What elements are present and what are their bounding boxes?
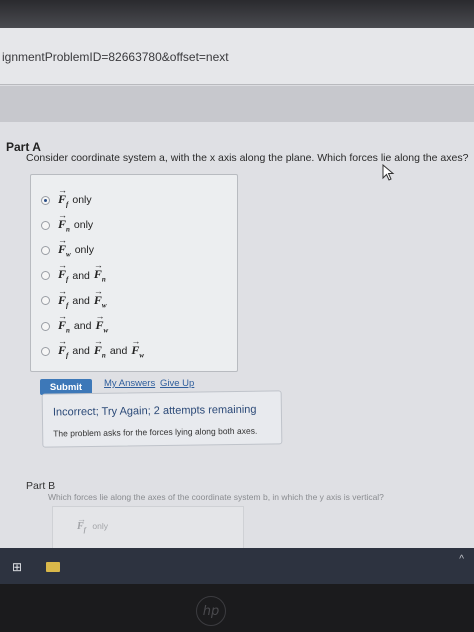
option-text: only (72, 194, 92, 206)
answer-option[interactable]: → Ff only (41, 184, 96, 209)
give-up-link[interactable]: Give Up (160, 378, 194, 389)
answer-option[interactable]: → Ff and → Fn (41, 260, 106, 285)
option-text: only (74, 244, 94, 257)
answer-option[interactable]: → Fn and → Fw (41, 310, 109, 335)
radio-button[interactable] (41, 346, 50, 356)
part-a-options: → Ff only → Fn only → Fw only → Ff and → Fn → Ff and → Fw →… (30, 174, 238, 372)
windows-icon[interactable]: ⊞ (12, 560, 26, 574)
window-top-bar (0, 0, 474, 28)
part-b-options: → Ff only (52, 506, 244, 548)
radio-button[interactable] (41, 220, 50, 230)
vector-symbol: → Fw (58, 235, 71, 259)
arrow-icon: → (95, 310, 105, 321)
vector-symbol: → Fw (93, 285, 107, 309)
vector-symbol: → Ff (58, 260, 69, 284)
vector-symbol: → Ff (77, 514, 87, 534)
answer-option[interactable]: → Ff and → Fn and → Fw (41, 335, 145, 360)
option-text: only (92, 521, 108, 531)
arrow-icon: → (131, 335, 141, 346)
assignment-content: Part A Consider coordinate system a, wit… (0, 122, 474, 548)
address-url: ignmentProblemID=82663780&offset=next (2, 50, 229, 64)
option-text: and (72, 294, 90, 307)
vector-symbol: → Fn (93, 335, 106, 360)
arrow-icon: → (58, 285, 67, 296)
arrow-icon: → (58, 310, 67, 321)
address-bar[interactable]: ignmentProblemID=82663780&offset=next (0, 28, 474, 85)
option-text: only (73, 219, 94, 232)
vector-symbol: → Ff (58, 285, 69, 309)
vector-symbol: → Fw (95, 310, 109, 335)
feedback-title: Incorrect; Try Again; 2 attempts remaini… (52, 403, 257, 419)
hp-logo: hp (196, 596, 226, 626)
vector-symbol: → Fw (131, 335, 145, 360)
taskbar: ⊞ ^ (0, 548, 474, 584)
option-text: and (72, 269, 90, 282)
part-b-option-1[interactable]: → Ff only (77, 514, 112, 534)
feedback-box: Incorrect; Try Again; 2 attempts remaini… (41, 390, 283, 448)
arrow-icon: → (58, 260, 67, 271)
arrow-icon: → (77, 514, 86, 524)
feedback-message: The problem asks for the forces lying al… (53, 425, 258, 439)
part-b-title: Part B (26, 480, 56, 492)
my-answers-link[interactable]: My Answers (104, 378, 155, 389)
radio-button-selected[interactable] (41, 195, 50, 205)
radio-button[interactable] (41, 245, 50, 255)
page-header-band (0, 86, 474, 122)
arrow-icon: → (93, 260, 103, 271)
arrow-icon: → (58, 335, 67, 346)
arrow-icon: → (58, 235, 67, 246)
option-text: and (109, 345, 128, 358)
option-text: and (72, 345, 90, 358)
vector-symbol: → Fn (58, 209, 70, 234)
file-explorer-icon[interactable] (46, 562, 60, 572)
mouse-cursor-icon (382, 164, 395, 181)
answer-option[interactable]: → Fw only (41, 235, 98, 259)
radio-button[interactable] (41, 271, 50, 281)
arrow-icon: → (93, 335, 103, 346)
radio-button[interactable] (41, 296, 50, 306)
answer-option[interactable]: → Fn only (41, 209, 97, 234)
arrow-icon: → (58, 184, 67, 195)
part-a-question: Consider coordinate system a, with the x… (26, 152, 469, 164)
screen: ignmentProblemID=82663780&offset=next Pa… (0, 0, 474, 548)
vector-symbol: → Ff (58, 335, 69, 360)
option-text: and (73, 320, 92, 332)
answer-option[interactable]: → Ff and → Fw (41, 285, 107, 310)
laptop-bezel (0, 584, 474, 632)
chevron-up-icon[interactable]: ^ (459, 554, 464, 565)
vector-symbol: → Fn (58, 310, 70, 335)
arrow-icon: → (58, 209, 67, 220)
vector-symbol: → Fn (93, 260, 106, 284)
vector-symbol: → Ff (58, 184, 69, 209)
part-b-question: Which forces lie along the axes of the c… (48, 492, 384, 502)
radio-button[interactable] (41, 321, 50, 331)
arrow-icon: → (93, 285, 103, 296)
